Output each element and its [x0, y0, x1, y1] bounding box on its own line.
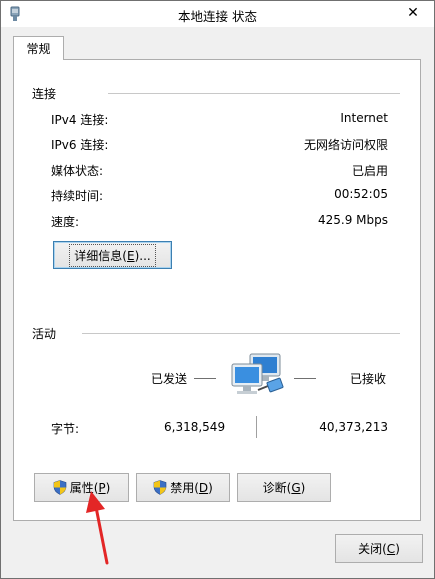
speed-value: 425.9 Mbps [317, 213, 388, 227]
general-panel: 连接 IPv4 连接: Internet IPv6 连接: 无网络访问权限 媒体… [13, 59, 421, 521]
annotation-arrow [86, 491, 109, 565]
sent-dash [194, 378, 216, 379]
received-dash [294, 378, 316, 379]
connection-group-label: 连接 [32, 87, 57, 101]
disable-button-label: 禁用(D) [170, 481, 213, 495]
ipv4-label: IPv4 连接: [51, 113, 109, 127]
speed-label: 速度: [51, 215, 80, 229]
ipv4-value: Internet [340, 111, 388, 125]
duration-value: 00:52:05 [334, 187, 388, 201]
network-computers-icon [231, 353, 284, 394]
received-label: 已接收 [350, 372, 387, 386]
status-dialog: 本地连接 状态 ✕ 常规 连接 IPv4 连接: Internet IPv6 连… [0, 0, 435, 579]
media-state-label: 媒体状态: [51, 164, 104, 178]
bytes-separator [256, 416, 257, 438]
close-window-icon[interactable]: ✕ [402, 2, 424, 24]
diagnose-button-label: 诊断(G) [262, 481, 306, 495]
disable-button[interactable]: 禁用(D) [136, 473, 230, 502]
activity-group-label: 活动 [32, 327, 57, 341]
details-button[interactable]: 详细信息(E)... [53, 241, 172, 269]
close-button[interactable]: 关闭(C) [335, 534, 423, 563]
ipv6-label: IPv6 连接: [51, 138, 109, 152]
window-title: 本地连接 状态 [178, 9, 257, 24]
duration-label: 持续时间: [51, 189, 104, 203]
uac-shield-icon [53, 480, 66, 495]
activity-divider [82, 333, 400, 334]
close-button-label: 关闭(C) [358, 542, 400, 556]
bytes-label: 字节: [51, 422, 80, 436]
bytes-received-value: 40,373,213 [319, 420, 388, 434]
details-button-label: 详细信息(E)... [69, 243, 156, 267]
tab-general[interactable]: 常规 [13, 36, 64, 60]
diagnose-button[interactable]: 诊断(G) [237, 473, 331, 502]
uac-shield-icon [153, 480, 167, 495]
title-bar: 本地连接 状态 ✕ [1, 1, 434, 27]
bytes-sent-value: 6,318,549 [164, 420, 226, 434]
ipv6-value: 无网络访问权限 [303, 138, 388, 152]
sent-label: 已发送 [151, 372, 188, 386]
connection-divider [108, 93, 400, 94]
media-state-value: 已启用 [351, 164, 388, 178]
